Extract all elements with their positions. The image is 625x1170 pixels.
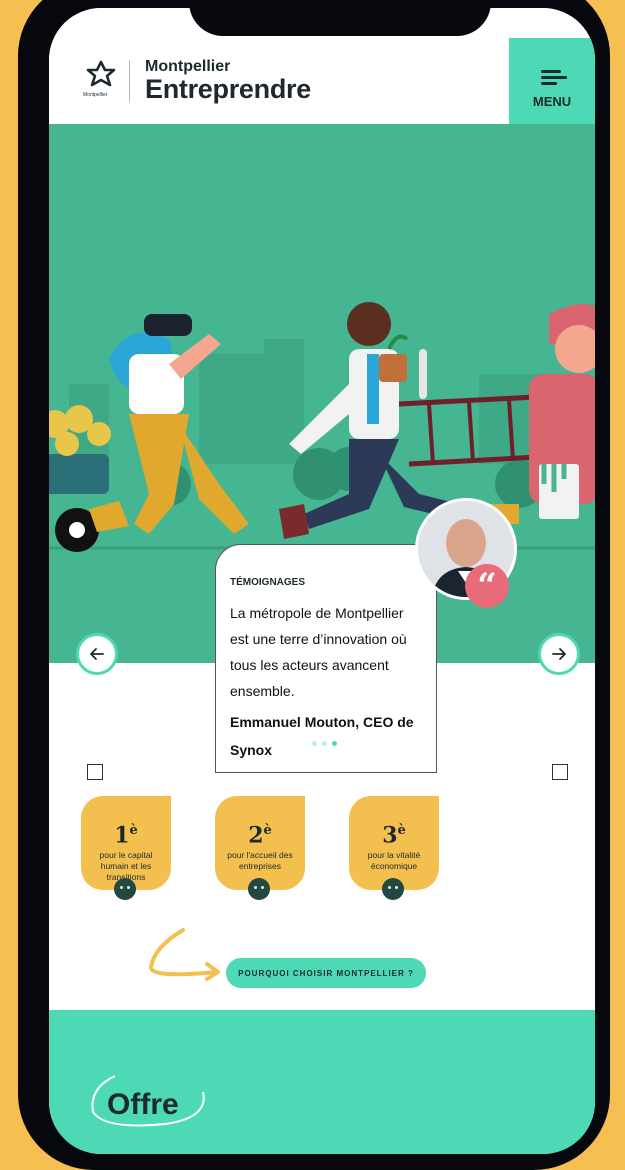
offre-title: Offre xyxy=(107,1088,179,1121)
brand-bottom[interactable]: Entreprendre xyxy=(145,74,311,105)
testimonial-kicker: TÉMOIGNAGES xyxy=(230,577,306,588)
stat-card: 2è pour l'accueil des entreprises xyxy=(215,796,305,900)
smiley-icon xyxy=(382,878,404,900)
pagination-dot[interactable] xyxy=(312,741,317,746)
hand-drawn-arrow-icon xyxy=(148,928,220,981)
smiley-icon xyxy=(248,878,270,900)
screen: Montpellier Montpellier Entreprendre MEN… xyxy=(49,8,595,1154)
quote-icon: “ xyxy=(465,564,509,608)
stat-text: pour l'accueil des entreprises xyxy=(227,850,293,872)
arrow-right-icon xyxy=(552,648,566,660)
arrow-left-icon xyxy=(90,648,104,660)
stat-card: 3è pour la vitalité économique xyxy=(349,796,439,900)
testimonial-author: Emmanuel Mouton, CEO de Synox xyxy=(230,714,414,758)
carousel-prev-button[interactable] xyxy=(76,633,118,675)
slider-checkbox-left[interactable] xyxy=(87,764,103,780)
hamburger-icon xyxy=(541,67,567,88)
logo-separator xyxy=(129,60,130,102)
slider-checkbox-right[interactable] xyxy=(552,764,568,780)
stat-rank: 3è xyxy=(382,822,406,849)
stat-rank: 2è xyxy=(248,822,272,849)
stat-text: pour la vitalité économique xyxy=(367,850,421,872)
stat-card: 1è pour le capital humain et les transit… xyxy=(81,796,171,900)
smiley-icon xyxy=(114,878,136,900)
phone-notch xyxy=(189,0,491,36)
why-montpellier-button[interactable]: POURQUOI CHOISIR MONTPELLIER ? xyxy=(226,958,426,988)
menu-label: MENU xyxy=(532,94,572,109)
pagination-dot-active[interactable] xyxy=(332,741,337,746)
testimonial-pagination xyxy=(312,741,337,746)
logo-small-text: Montpellier xyxy=(83,92,108,98)
testimonial-card: TÉMOIGNAGES La métropole de Montpellier … xyxy=(215,544,437,773)
testimonial-quote: La métropole de Montpellier est une terr… xyxy=(230,605,407,699)
menu-button[interactable]: MENU xyxy=(509,38,595,124)
stat-rank: 1è xyxy=(114,822,138,849)
carousel-next-button[interactable] xyxy=(538,633,580,675)
metropole-logo-icon[interactable]: Montpellier xyxy=(79,58,123,104)
offre-section: Offre xyxy=(49,1010,595,1154)
pagination-dot[interactable] xyxy=(322,741,327,746)
